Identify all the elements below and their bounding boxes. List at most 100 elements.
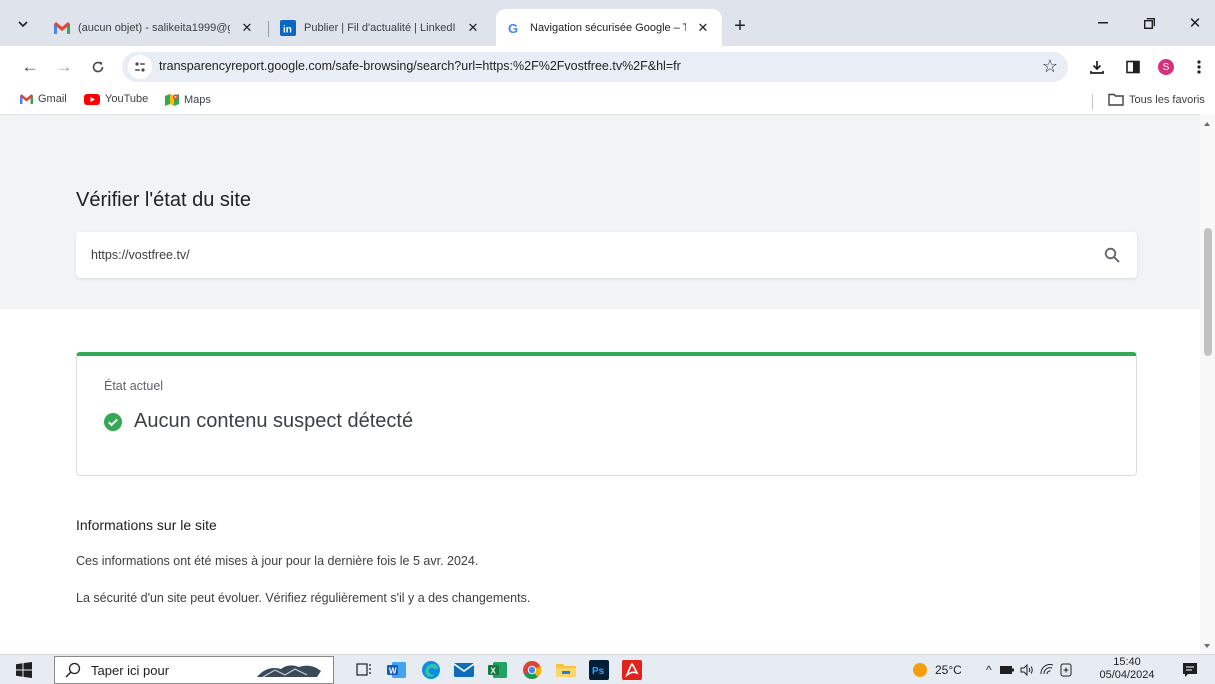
file-explorer-icon[interactable] [554,658,578,682]
downloads-button[interactable] [1084,54,1110,80]
photoshop-icon[interactable]: Ps [587,658,611,682]
input-language-icon[interactable] [1060,663,1072,677]
url-search-input[interactable]: https://vostfree.tv/ [76,232,1137,278]
tab-linkedin[interactable]: in Publier | Fil d'actualité | LinkedI ✕ [270,9,492,46]
download-icon [1090,61,1104,74]
back-button[interactable]: ← [16,53,44,81]
tab-title: (aucun objet) - salikeita1999@g [78,21,230,34]
reload-icon [92,61,104,73]
gmail-icon [20,94,33,104]
svg-text:Ps: Ps [592,666,605,677]
gmail-icon [54,20,70,36]
mail-icon[interactable] [452,658,476,682]
close-tab-icon[interactable]: ✕ [238,19,256,37]
restore-button[interactable] [1126,8,1172,38]
page-title: Vérifier l'état du site [76,189,252,211]
status-result-text: Aucun contenu suspect détecté [134,410,414,432]
side-panel-icon [1126,60,1140,74]
address-bar[interactable]: transparencyreport.google.com/safe-brows… [122,52,1068,82]
speaker-icon[interactable] [1020,664,1034,676]
search-icon [65,662,81,678]
tab-safe-browsing[interactable]: G Navigation sécurisée Google – T ✕ [496,9,722,46]
temperature-text: 25°C [935,663,962,677]
scrollbar-thumb[interactable] [1204,228,1212,356]
status-card: État actuel Aucun contenu suspect détect… [76,352,1137,476]
windows-start-button[interactable] [16,662,32,678]
search-icon[interactable] [1101,244,1123,266]
minimize-icon [1098,22,1108,24]
tab-title: Publier | Fil d'actualité | LinkedI [304,21,456,34]
sun-icon [913,663,927,677]
side-panel-button[interactable] [1120,54,1146,80]
battery-icon[interactable] [999,666,1014,674]
windows-taskbar: Taper ici pour W X Ps 25°C ^ 15:40 05/04… [0,654,1215,684]
clock-time: 15:40 [1113,656,1141,668]
system-tray: ^ [986,655,1072,684]
tab-title: Navigation sécurisée Google – T [530,21,686,34]
taskbar-clock[interactable]: 15:40 05/04/2024 [1098,656,1156,682]
new-tab-button[interactable]: + [726,12,754,40]
excel-icon[interactable]: X [486,658,510,682]
close-tab-icon[interactable]: ✕ [694,19,712,37]
page-scrollbar[interactable] [1200,114,1215,654]
svg-text:W: W [389,666,397,675]
bookmark-maps[interactable]: Maps [165,93,211,107]
taskbar-search-placeholder: Taper ici pour [91,663,170,678]
all-bookmarks-button[interactable]: Tous les favoris [1108,93,1205,106]
google-icon: G [506,20,522,36]
notifications-button[interactable] [1178,658,1202,682]
youtube-icon [84,93,100,105]
minimize-button[interactable] [1080,8,1126,38]
close-window-button[interactable]: ✕ [1172,8,1215,38]
clock-date: 05/04/2024 [1099,669,1155,681]
svg-text:X: X [491,666,497,675]
restore-icon [1143,17,1155,29]
windows-logo-icon [16,662,32,678]
forward-arrow-icon: → [55,57,73,76]
bookmark-label: Maps [184,94,211,106]
chevron-down-icon [18,21,28,28]
site-info-heading: Informations sur le site [76,517,217,533]
tab-search-button[interactable] [8,9,38,39]
more-vert-icon [1197,60,1201,74]
chrome-icon[interactable] [520,658,544,682]
word-icon[interactable]: W [385,658,409,682]
bookmarks-bar: Gmail YouTube Maps Tous les favoris [0,88,1215,114]
maps-icon [165,93,179,107]
tab-gmail[interactable]: (aucun objet) - salikeita1999@g ✕ [44,9,266,46]
plus-icon: + [734,14,746,37]
search-header-band: Vérifier l'état du site https://vostfree… [0,114,1200,309]
acrobat-icon[interactable] [620,658,644,682]
scroll-up-arrow-icon[interactable] [1204,122,1210,126]
menu-button[interactable] [1186,54,1212,80]
back-arrow-icon: ← [21,57,39,76]
bookmark-star-icon[interactable]: ☆ [1042,56,1058,77]
chevron-up-icon[interactable]: ^ [986,663,992,677]
notification-icon [1183,663,1197,677]
close-icon: ✕ [1188,15,1202,32]
scroll-down-arrow-icon[interactable] [1204,644,1210,648]
wifi-icon[interactable] [1040,664,1054,676]
profile-avatar[interactable]: S [1158,59,1174,75]
close-tab-icon[interactable]: ✕ [464,19,482,37]
status-label: État actuel [104,379,164,393]
edge-icon[interactable] [419,658,443,682]
linkedin-icon: in [280,19,296,36]
taskbar-search[interactable]: Taper ici pour [54,656,334,684]
site-info-updated: Ces informations ont été mises à jour po… [76,554,479,568]
bookmark-label: YouTube [105,93,149,105]
all-bookmarks-label: Tous les favoris [1129,93,1205,106]
check-circle-icon [104,412,122,431]
bookmark-label: Gmail [38,93,67,105]
reload-button[interactable] [84,53,112,81]
bookmark-gmail[interactable]: Gmail [20,93,67,105]
bookmark-youtube[interactable]: YouTube [84,93,148,105]
url-search-value: https://vostfree.tv/ [91,248,190,262]
site-info-advice: La sécurité d'un site peut évoluer. Véri… [76,591,531,605]
svg-text:in: in [283,24,292,35]
tab-strip: (aucun objet) - salikeita1999@g ✕ in Pub… [0,0,1215,46]
weather-widget[interactable]: 25°C [912,655,962,684]
forward-button[interactable]: → [50,53,78,81]
task-view-icon[interactable] [352,658,376,682]
site-info-icon[interactable] [128,55,152,79]
